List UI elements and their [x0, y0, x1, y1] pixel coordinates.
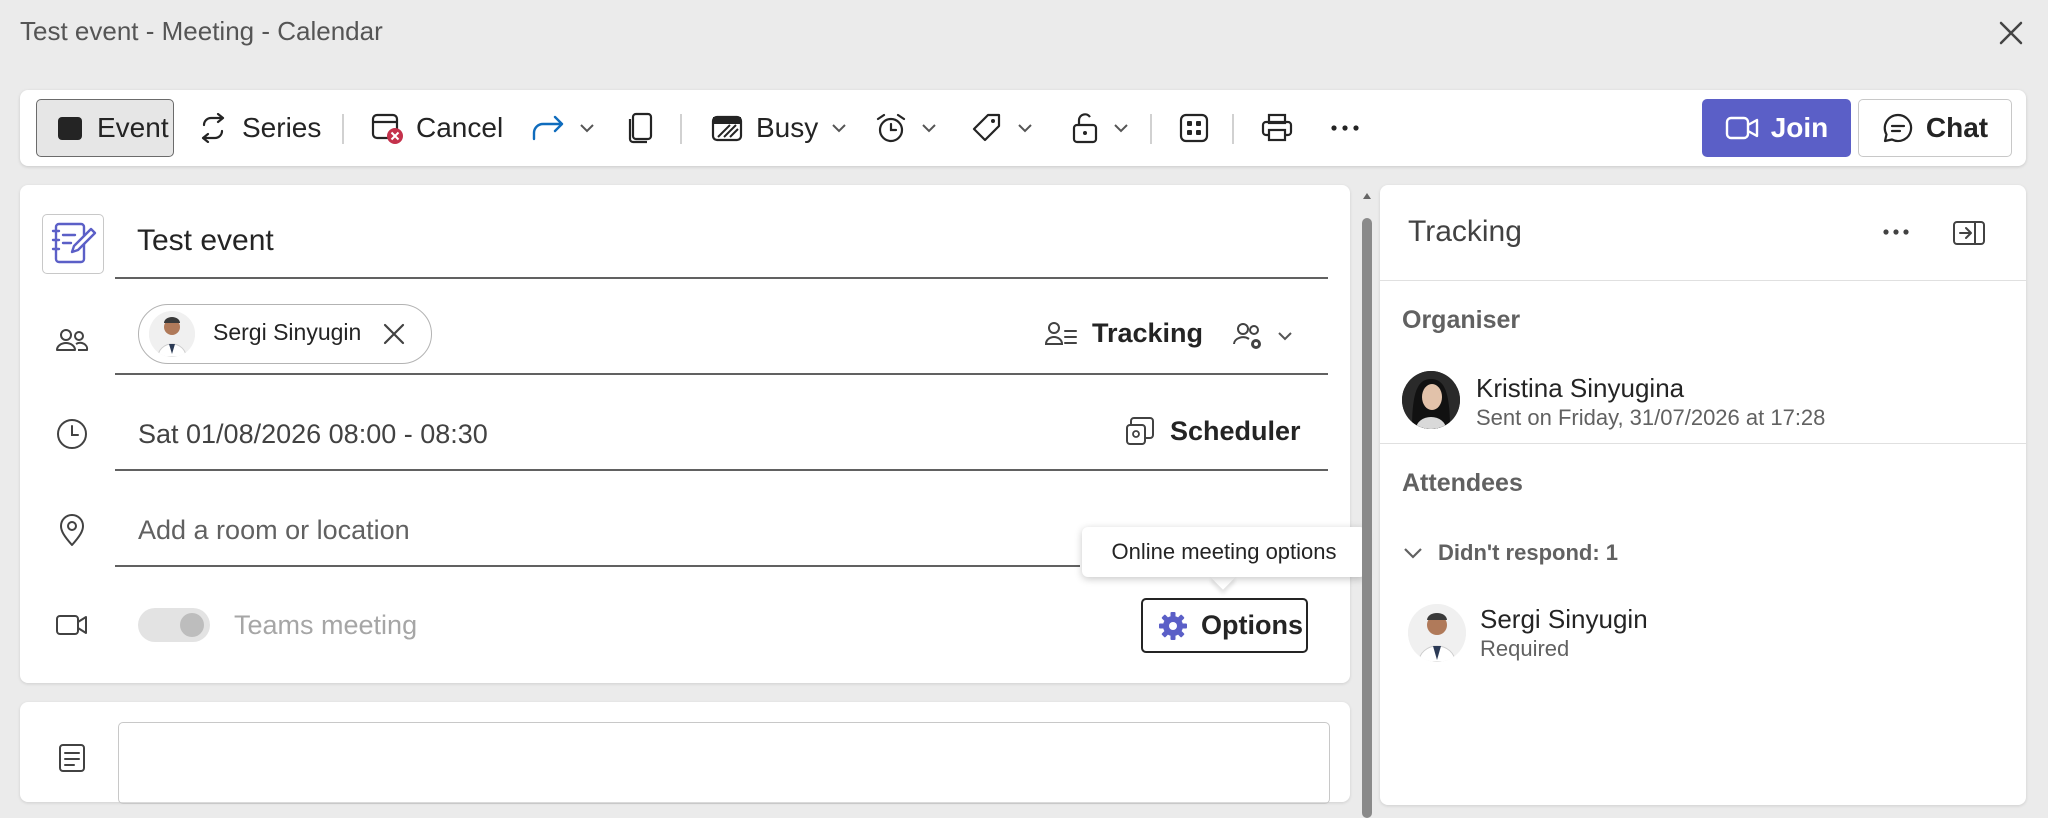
collapse-panel-icon[interactable]	[1952, 218, 1986, 248]
reminder-dropdown[interactable]	[874, 99, 938, 157]
attendee-role: Required	[1480, 636, 1570, 661]
toolbar-divider	[680, 114, 682, 144]
teams-meeting-toggle[interactable]	[138, 608, 210, 642]
attendees-underline	[115, 373, 1328, 375]
didnt-respond-group[interactable]: Didn't respond: 1	[1402, 540, 1618, 566]
more-options-button[interactable]	[1330, 99, 1360, 157]
notebook-edit-icon	[42, 214, 104, 274]
window-title: Test event - Meeting - Calendar	[20, 16, 383, 46]
organiser-sent-time: Sent on Friday, 31/07/2026 at 17:28	[1476, 405, 1826, 430]
tracking-label: Tracking	[1092, 318, 1204, 348]
busy-status-icon	[710, 113, 744, 143]
ribbon-toolbar: Event Series Cancel Busy Join Chat	[20, 90, 2026, 166]
tag-icon	[970, 112, 1004, 144]
chevron-down-icon	[1402, 542, 1424, 564]
event-button[interactable]: Event	[36, 99, 174, 157]
close-icon[interactable]	[1995, 17, 2027, 49]
event-label: Event	[97, 112, 169, 143]
attendee-chip-name: Sergi Sinyugin	[213, 319, 362, 345]
attendee-chip[interactable]: Sergi Sinyugin	[138, 304, 432, 364]
scheduler-icon	[1124, 415, 1156, 447]
busy-dropdown[interactable]: Busy	[710, 99, 848, 157]
print-button[interactable]	[1260, 99, 1294, 157]
series-label: Series	[242, 112, 322, 143]
more-horizontal-icon[interactable]	[1880, 220, 1912, 244]
cancel-label: Cancel	[416, 112, 504, 143]
organiser-avatar	[1402, 371, 1460, 429]
copy-icon	[626, 111, 656, 145]
panel-divider	[1380, 443, 2026, 444]
calendar-cancel-icon	[370, 112, 404, 144]
panel-title: Tracking	[1408, 215, 1522, 248]
copy-button[interactable]	[626, 99, 656, 157]
options-button[interactable]: Options	[1141, 598, 1308, 653]
toggle-knob	[180, 613, 204, 637]
apps-grid-icon	[1178, 112, 1210, 144]
cancel-button[interactable]: Cancel	[370, 99, 503, 157]
datetime-underline	[115, 469, 1328, 471]
apps-button[interactable]	[1178, 99, 1210, 157]
join-label: Join	[1770, 112, 1829, 143]
scroll-up-arrow-icon[interactable]	[1362, 192, 1372, 200]
chat-button[interactable]: Chat	[1858, 99, 2012, 157]
teams-meeting-label: Teams meeting	[234, 610, 418, 640]
forward-button[interactable]	[530, 99, 596, 157]
options-label: Options	[1201, 610, 1303, 640]
toolbar-divider	[342, 114, 344, 144]
attendees-heading: Attendees	[1402, 469, 1523, 497]
forward-arrow-icon	[530, 113, 566, 143]
series-button[interactable]: Series	[196, 99, 321, 157]
video-icon	[54, 607, 90, 643]
chevron-down-icon	[1016, 119, 1034, 137]
organiser-heading: Organiser	[1402, 306, 1521, 334]
didnt-respond-label: Didn't respond: 1	[1438, 540, 1619, 565]
calendar-icon	[55, 113, 85, 143]
people-settings-icon	[1232, 320, 1266, 352]
options-tooltip: Online meeting options	[1082, 527, 1366, 577]
avatar	[149, 311, 195, 357]
video-camera-icon	[1725, 115, 1759, 141]
scheduler-button[interactable]: Scheduler	[1124, 415, 1301, 447]
attendee-name: Sergi Sinyugin	[1480, 604, 1648, 634]
toolbar-divider	[1232, 114, 1234, 144]
tracking-button[interactable]: Tracking	[1044, 318, 1203, 349]
categorize-dropdown[interactable]	[970, 99, 1034, 157]
more-horizontal-icon	[1330, 124, 1360, 132]
printer-icon	[1260, 112, 1294, 144]
alarm-clock-icon	[874, 112, 908, 144]
chat-label: Chat	[1925, 112, 1989, 143]
chevron-down-icon	[830, 119, 848, 137]
chevron-down-icon	[578, 119, 596, 137]
datetime-field[interactable]: Sat 01/08/2026 08:00 - 08:30	[138, 419, 488, 450]
busy-label: Busy	[756, 112, 819, 143]
join-button[interactable]: Join	[1702, 99, 1851, 157]
text-description-icon	[54, 740, 90, 776]
chevron-down-icon	[920, 119, 938, 137]
chevron-down-icon	[1112, 119, 1130, 137]
scrollbar-thumb[interactable]	[1362, 218, 1372, 818]
chevron-down-icon	[1276, 327, 1294, 345]
panel-divider	[1380, 280, 2026, 281]
event-title-input[interactable]: Test event	[137, 224, 274, 258]
attendee-avatar	[1408, 604, 1466, 662]
repeat-icon	[196, 113, 230, 143]
location-pin-icon	[54, 512, 90, 548]
scheduler-label: Scheduler	[1170, 415, 1301, 446]
remove-attendee-icon[interactable]	[381, 321, 407, 347]
clock-icon	[54, 416, 90, 452]
chat-bubble-icon	[1882, 112, 1914, 144]
location-underline	[115, 565, 1080, 567]
organiser-name: Kristina Sinyugina	[1476, 373, 1685, 403]
people-icon	[54, 322, 90, 358]
attendee-settings-dropdown[interactable]	[1232, 320, 1294, 352]
title-underline	[115, 277, 1328, 279]
gear-icon	[1157, 610, 1189, 642]
location-input[interactable]: Add a room or location	[138, 515, 410, 546]
toolbar-divider	[1150, 114, 1152, 144]
unlock-icon	[1070, 111, 1100, 145]
privacy-dropdown[interactable]	[1070, 99, 1130, 157]
people-list-icon	[1044, 319, 1078, 349]
description-editor[interactable]	[118, 722, 1330, 804]
